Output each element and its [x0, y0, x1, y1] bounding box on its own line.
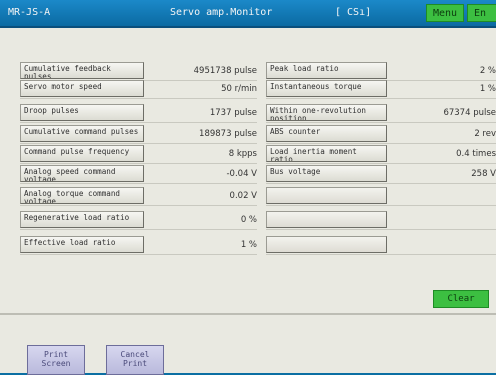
- param-value: 2 rev: [474, 129, 496, 139]
- station-name: MR-JS-A: [8, 7, 51, 18]
- param-value: 67374 pulse: [443, 108, 496, 118]
- param-label: Within one-revolution position: [266, 104, 387, 121]
- param-value: 8 kpps: [228, 149, 257, 159]
- row-separator: [20, 98, 257, 99]
- row-separator: [20, 143, 257, 144]
- clear-button[interactable]: Clear: [433, 290, 489, 308]
- row-separator: [266, 98, 496, 99]
- row-separator: [266, 254, 496, 255]
- param-value: 1 %: [240, 240, 257, 250]
- param-value: 258 V: [471, 169, 496, 179]
- param-value: 50 r/min: [221, 84, 257, 94]
- param-value: 1737 pulse: [209, 108, 257, 118]
- row-separator: [20, 229, 257, 230]
- empty-param-slot: [266, 211, 387, 228]
- empty-param-slot: [266, 236, 387, 253]
- cancel-print-label: Cancel Print: [120, 350, 150, 368]
- row-separator: [266, 183, 496, 184]
- param-label: Analog speed command voltage: [20, 165, 144, 182]
- servo-monitor-screen: MR-JS-A Servo amp.Monitor [ CSı] Menu En…: [0, 0, 496, 375]
- end-button[interactable]: En: [467, 4, 496, 22]
- param-label: Instantaneous torque: [266, 80, 387, 97]
- row-separator: [266, 163, 496, 164]
- param-value: 0.02 V: [229, 191, 257, 201]
- param-value: 2 %: [479, 66, 496, 76]
- print-screen-button[interactable]: Print Screen: [27, 345, 85, 375]
- param-label: ABS counter: [266, 125, 387, 142]
- param-value: 4951738 pulse: [193, 66, 257, 76]
- param-label: Cumulative command pulses: [20, 125, 144, 142]
- row-separator: [20, 183, 257, 184]
- print-screen-label: Print Screen: [41, 350, 71, 368]
- row-separator: [266, 205, 496, 206]
- param-label: Cumulative feedback pulses: [20, 62, 144, 79]
- param-label: Effective load ratio: [20, 236, 144, 253]
- param-label: Droop pulses: [20, 104, 144, 121]
- param-label: Regenerative load ratio: [20, 211, 144, 228]
- bottom-divider: [0, 313, 496, 315]
- empty-param-slot: [266, 187, 387, 204]
- param-label: Bus voltage: [266, 165, 387, 182]
- param-value: 0 %: [240, 215, 257, 225]
- param-value: 189873 pulse: [199, 129, 257, 139]
- param-value: -0.04 V: [226, 169, 257, 179]
- row-separator: [20, 205, 257, 206]
- row-separator: [20, 254, 257, 255]
- param-label: Command pulse frequency: [20, 145, 144, 162]
- row-separator: [20, 163, 257, 164]
- param-label: Servo motor speed: [20, 80, 144, 97]
- row-separator: [266, 143, 496, 144]
- param-value: 0.4 times: [456, 149, 496, 159]
- param-label: Peak load ratio: [266, 62, 387, 79]
- screen-title: Servo amp.Monitor: [170, 7, 273, 18]
- cancel-print-button[interactable]: Cancel Print: [106, 345, 164, 375]
- param-label: Load inertia moment ratio: [266, 145, 387, 162]
- row-separator: [266, 122, 496, 123]
- row-separator: [266, 229, 496, 230]
- param-value: 1 %: [479, 84, 496, 94]
- mode-indicator: [ CSı]: [335, 7, 372, 18]
- param-label: Analog torque command voltage: [20, 187, 144, 204]
- title-bar: MR-JS-A Servo amp.Monitor [ CSı] Menu En: [0, 0, 496, 28]
- row-separator: [20, 122, 257, 123]
- menu-button[interactable]: Menu: [426, 4, 464, 22]
